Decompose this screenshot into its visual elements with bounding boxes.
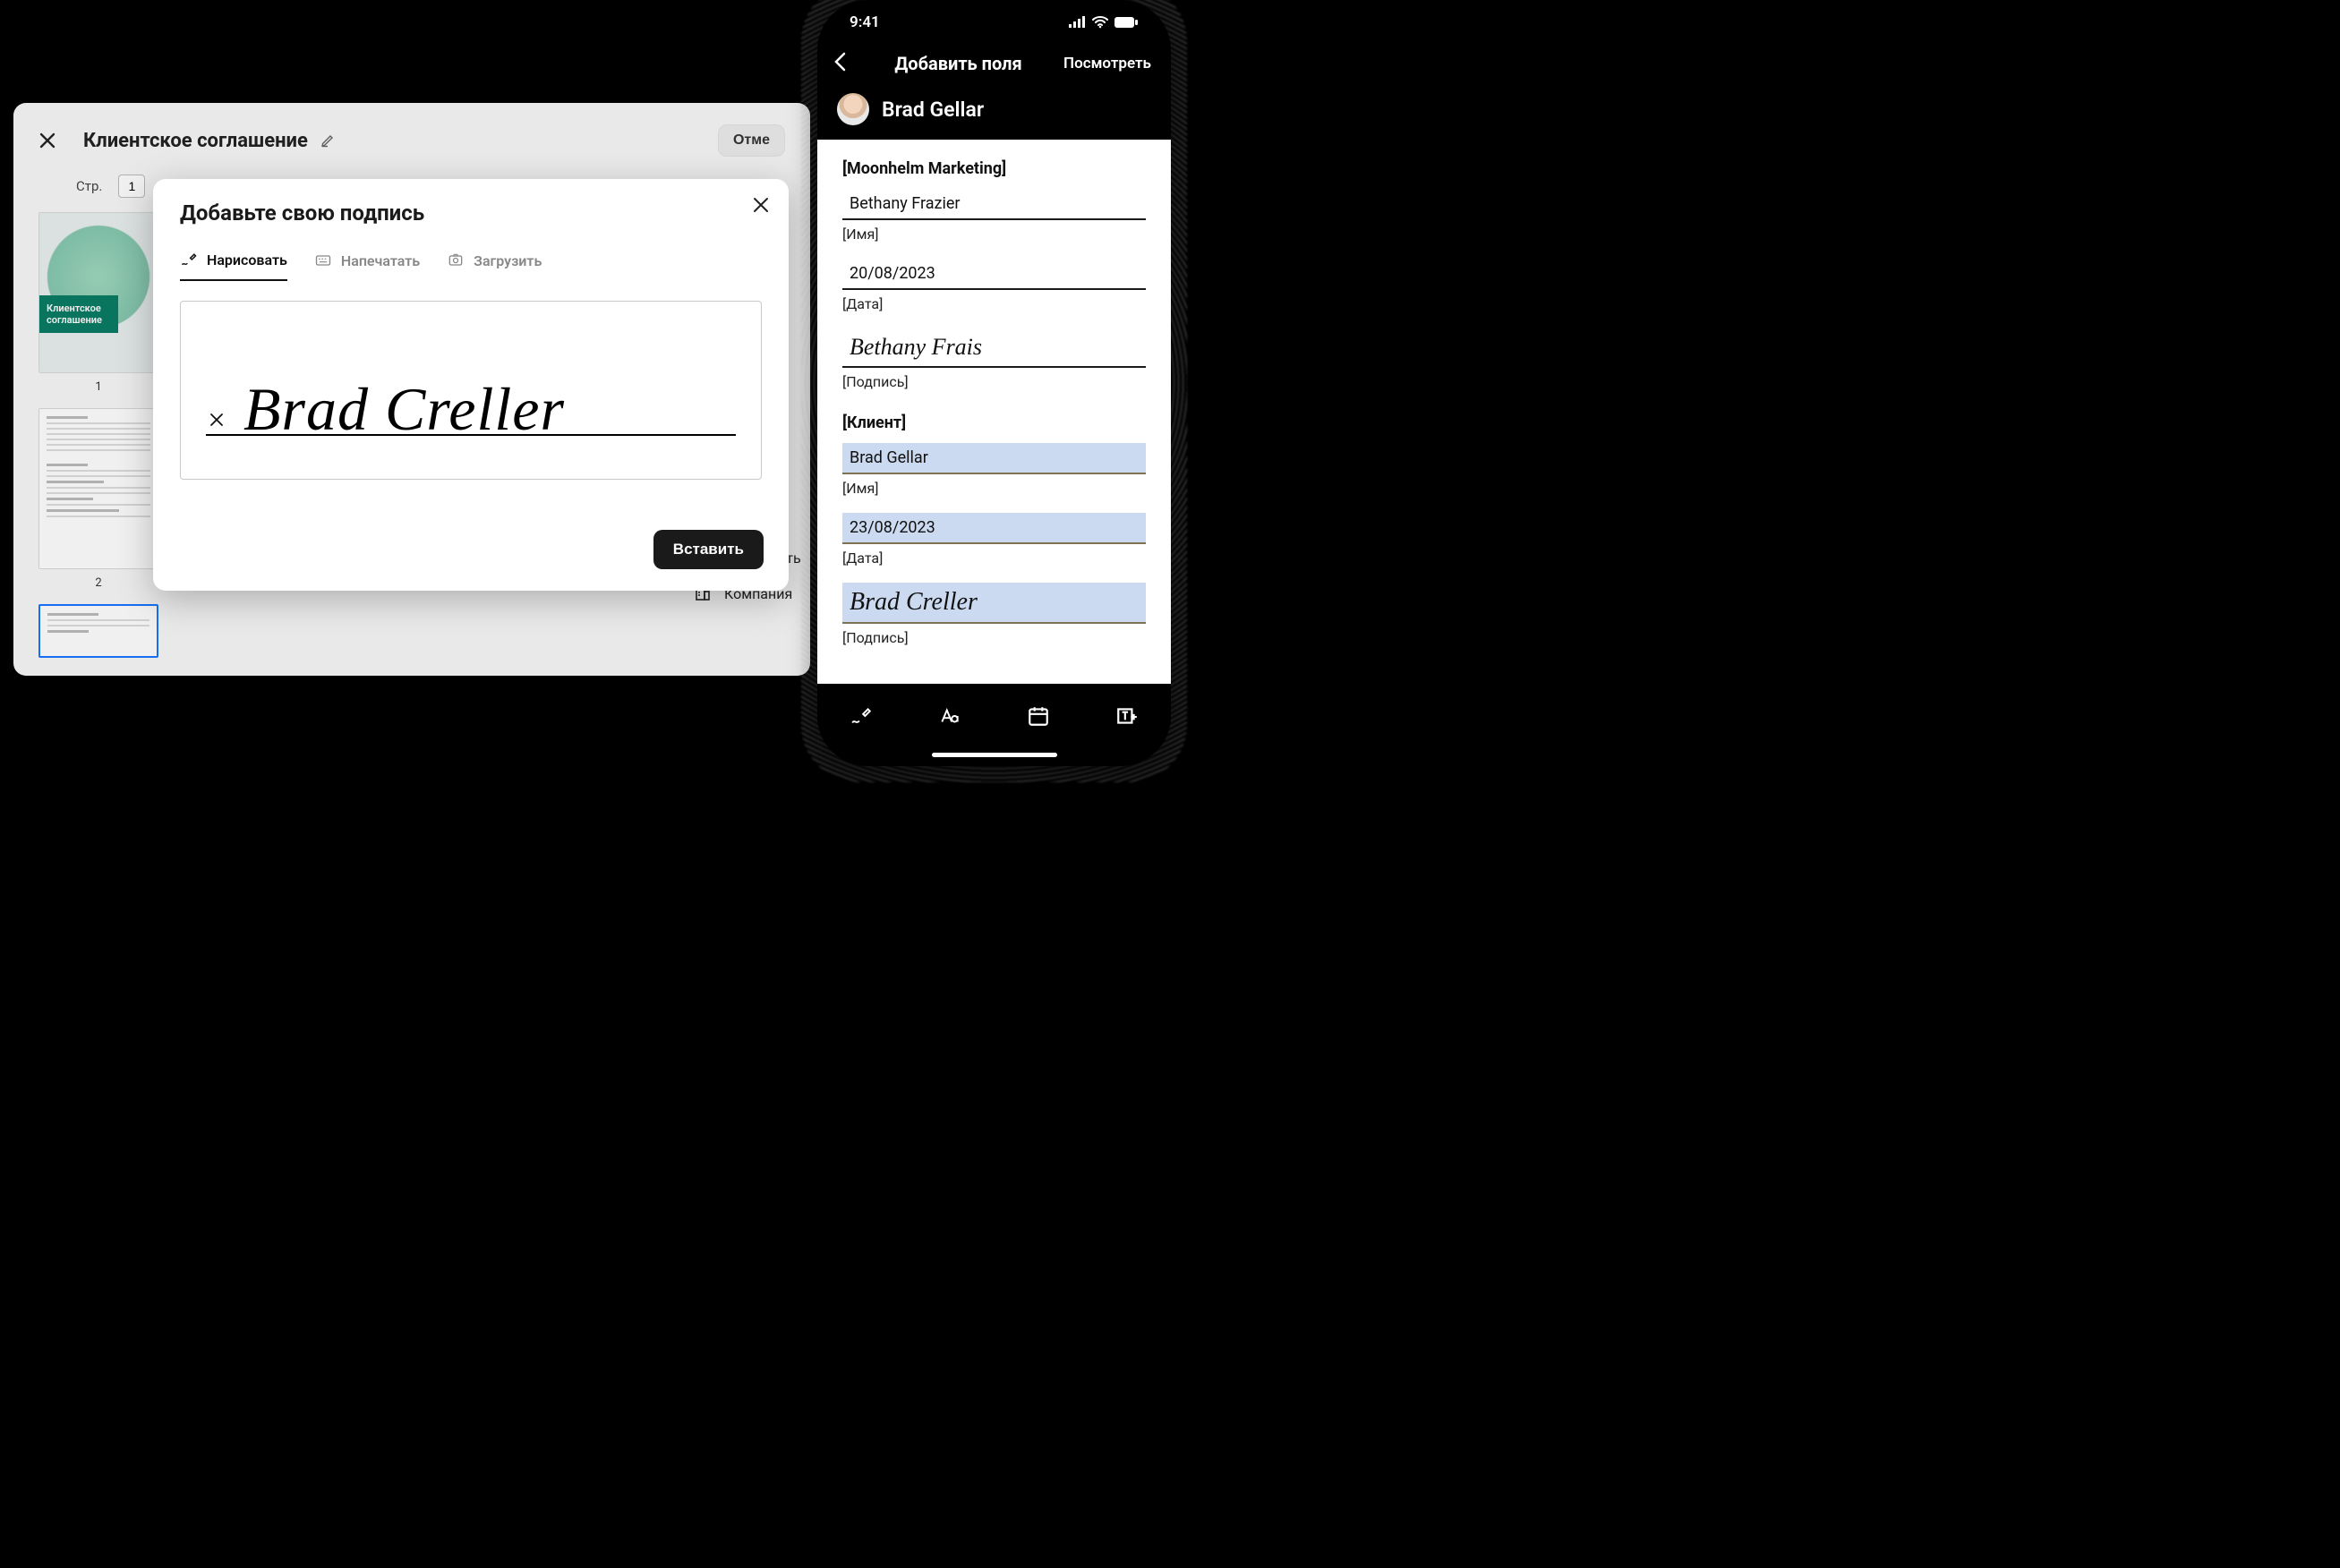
page-label-prefix: Стр.	[76, 178, 102, 194]
battery-icon	[1114, 16, 1139, 29]
tab-draw-label: Нарисовать	[207, 251, 287, 268]
phone-mockup: 9:41 Добавить поля Посмотреть Brad Gella…	[817, 0, 1171, 766]
avatar	[837, 93, 869, 125]
phone-user-name: Brad Gellar	[882, 98, 984, 122]
thumbnail-column: Клиентское соглашение 1	[31, 212, 166, 658]
phone-label-signature: [Подпись]	[842, 373, 1146, 390]
signature-draw-canvas[interactable]: Brad Creller	[180, 301, 762, 480]
phone-field-signature[interactable]: Bethany Frais	[842, 328, 1146, 368]
phone-label-name: [Имя]	[842, 226, 1146, 243]
home-indicator	[932, 753, 1057, 757]
thumbnail-number: 1	[95, 380, 101, 394]
clear-signature-icon[interactable]	[209, 413, 224, 430]
signal-icon	[1069, 16, 1087, 29]
signature-baseline	[206, 434, 736, 436]
phone-field-client-date[interactable]: 23/08/2023	[842, 513, 1146, 544]
tabbar-text-icon[interactable]	[938, 704, 961, 731]
add-signature-modal: Добавьте свою подпись Нарисовать Напечат…	[153, 179, 789, 591]
thumbnail-cover-title: Клиентское соглашение	[39, 295, 118, 333]
modal-close-icon[interactable]	[753, 197, 769, 217]
modal-tabs: Нарисовать Напечатать Загрузить	[180, 251, 762, 281]
thumbnail-number: 2	[95, 576, 101, 590]
phone-field-date[interactable]: 20/08/2023	[842, 259, 1146, 290]
tab-type-label: Напечатать	[341, 252, 420, 269]
tab-upload[interactable]: Загрузить	[447, 251, 542, 281]
close-icon[interactable]	[38, 132, 56, 149]
tabbar-date-icon[interactable]	[1027, 704, 1050, 731]
phone-label-client-date: [Дата]	[842, 550, 1146, 567]
phone-field-client-signature[interactable]: Brad Creller	[842, 583, 1146, 624]
phone-navbar: Добавить поля Посмотреть	[817, 45, 1171, 88]
section-heading-client: [Клиент]	[842, 413, 1146, 432]
wifi-icon	[1092, 16, 1108, 29]
phone-form-body: [Moonhelm Marketing] Bethany Frazier [Им…	[817, 140, 1171, 684]
tab-draw[interactable]: Нарисовать	[180, 251, 287, 281]
phone-nav-title: Добавить поля	[894, 53, 1021, 74]
document-title: Клиентское соглашение	[83, 130, 308, 152]
tabbar-signature-icon[interactable]	[850, 704, 873, 731]
insert-button[interactable]: Вставить	[653, 530, 764, 569]
phone-label-date: [Дата]	[842, 295, 1146, 312]
page-thumbnail[interactable]: Клиентское соглашение	[38, 212, 158, 373]
page-thumbnail[interactable]	[38, 408, 158, 569]
tabbar-textfield-icon[interactable]	[1115, 704, 1139, 731]
tab-type[interactable]: Напечатать	[314, 251, 420, 281]
phone-field-name[interactable]: Bethany Frazier	[842, 189, 1146, 220]
page-number-input[interactable]	[118, 175, 145, 198]
tab-upload-label: Загрузить	[474, 252, 542, 269]
status-time: 9:41	[850, 13, 880, 31]
back-icon[interactable]	[833, 52, 853, 75]
phone-tabbar	[817, 684, 1171, 752]
modal-title: Добавьте свою подпись	[180, 200, 762, 226]
phone-nav-preview[interactable]: Посмотреть	[1063, 55, 1151, 72]
phone-label-client-name: [Имя]	[842, 480, 1146, 497]
phone-user-header: Brad Gellar	[817, 88, 1171, 140]
edit-icon[interactable]	[320, 133, 335, 148]
phone-status-bar: 9:41	[817, 0, 1171, 45]
section-heading-company: [Moonhelm Marketing]	[842, 159, 1146, 178]
page-thumbnail-selected[interactable]	[38, 604, 158, 658]
phone-field-client-name[interactable]: Brad Gellar	[842, 443, 1146, 474]
phone-label-client-signature: [Подпись]	[842, 629, 1146, 646]
